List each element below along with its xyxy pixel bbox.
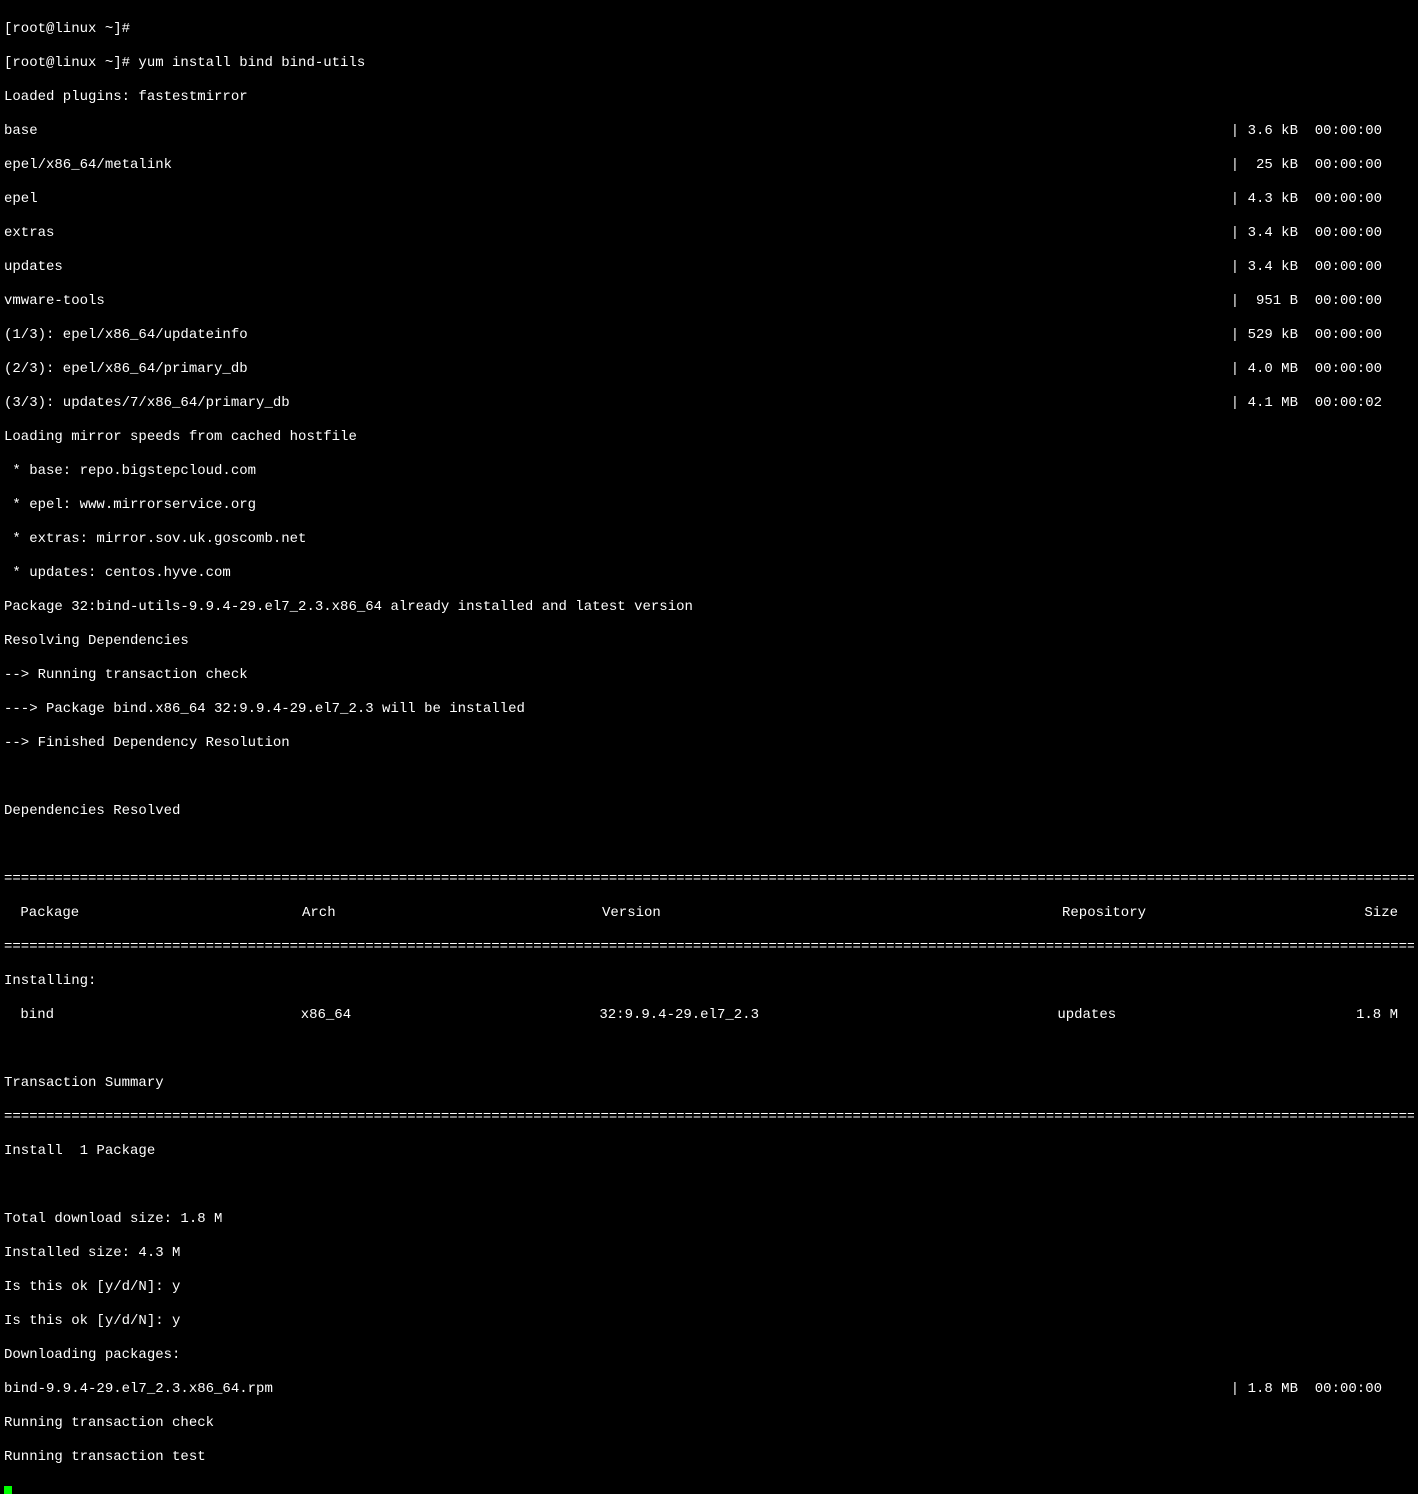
run-test-line: Running transaction test xyxy=(4,1449,1414,1466)
installed-size-line: Installed size: 4.3 M xyxy=(4,1245,1414,1262)
col-version: Version xyxy=(602,905,1062,922)
already-installed-line: Package 32:bind-utils-9.9.4-29.el7_2.3.x… xyxy=(4,599,1414,616)
repo-size: | 3.6 kB 00:00:00 xyxy=(1231,123,1414,140)
blank-line xyxy=(4,1177,1414,1194)
cell-version: 32:9.9.4-29.el7_2.3 xyxy=(599,1007,1057,1024)
repo-row: epel/x86_64/metalink | 25 kB 00:00:00 xyxy=(4,157,1414,174)
downloading-line: Downloading packages: xyxy=(4,1347,1414,1364)
col-repo: Repository xyxy=(1062,905,1362,922)
repo-row: (2/3): epel/x86_64/primary_db | 4.0 MB 00… xyxy=(4,361,1414,378)
repo-name: epel xyxy=(4,191,38,208)
dep-line: ---> Package bind.x86_64 32:9.9.4-29.el7… xyxy=(4,701,1414,718)
col-size: Size xyxy=(1362,905,1414,922)
terminal-output[interactable]: [root@linux ~]# [root@linux ~]# yum inst… xyxy=(0,0,1418,1494)
cell-size: 1.8 M xyxy=(1356,1007,1414,1024)
plugins-line: Loaded plugins: fastestmirror xyxy=(4,89,1414,106)
command-line: [root@linux ~]# yum install bind bind-ut… xyxy=(4,55,1414,72)
blank-line xyxy=(4,837,1414,854)
install-count-line: Install 1 Package xyxy=(4,1143,1414,1160)
deps-resolved-line: Dependencies Resolved xyxy=(4,803,1414,820)
cursor xyxy=(4,1486,12,1494)
repo-size: | 3.4 kB 00:00:00 xyxy=(1231,225,1414,242)
mirror-line: * epel: www.mirrorservice.org xyxy=(4,497,1414,514)
cell-arch: x86_64 xyxy=(301,1007,600,1024)
rpm-size: | 1.8 MB 00:00:00 xyxy=(1231,1381,1414,1398)
repo-name: updates xyxy=(4,259,63,276)
table-row: bind x86_64 32:9.9.4-29.el7_2.3 updates … xyxy=(4,1007,1414,1024)
repo-name: base xyxy=(4,123,38,140)
repo-size: | 25 kB 00:00:00 xyxy=(1231,157,1414,174)
col-package: Package xyxy=(4,905,302,922)
repo-name: (1/3): epel/x86_64/updateinfo xyxy=(4,327,248,344)
repo-row: epel | 4.3 kB 00:00:00 xyxy=(4,191,1414,208)
repo-size: | 529 kB 00:00:00 xyxy=(1231,327,1414,344)
installing-header: Installing: xyxy=(4,973,1414,990)
cell-repo: updates xyxy=(1057,1007,1356,1024)
confirm-prompt: Is this ok [y/d/N]: y xyxy=(4,1279,1414,1296)
col-arch: Arch xyxy=(302,905,602,922)
mirror-line: * extras: mirror.sov.uk.goscomb.net xyxy=(4,531,1414,548)
repo-row: updates | 3.4 kB 00:00:00 xyxy=(4,259,1414,276)
run-check-line: Running transaction check xyxy=(4,1415,1414,1432)
mirror-line: * base: repo.bigstepcloud.com xyxy=(4,463,1414,480)
repo-size: | 4.1 MB 00:00:02 xyxy=(1231,395,1414,412)
rpm-name: bind-9.9.4-29.el7_2.3.x86_64.rpm xyxy=(4,1381,273,1398)
repo-size: | 3.4 kB 00:00:00 xyxy=(1231,259,1414,276)
download-row: bind-9.9.4-29.el7_2.3.x86_64.rpm | 1.8 MB… xyxy=(4,1381,1414,1398)
repo-name: (3/3): updates/7/x86_64/primary_db xyxy=(4,395,290,412)
divider: ========================================… xyxy=(4,1109,1414,1126)
table-header: Package Arch Version Repository Size xyxy=(4,905,1414,922)
divider: ========================================… xyxy=(4,939,1414,956)
repo-row: base | 3.6 kB 00:00:00 xyxy=(4,123,1414,140)
dep-line: --> Finished Dependency Resolution xyxy=(4,735,1414,752)
repo-row: extras | 3.4 kB 00:00:00 xyxy=(4,225,1414,242)
repo-size: | 4.3 kB 00:00:00 xyxy=(1231,191,1414,208)
repo-size: | 4.0 MB 00:00:00 xyxy=(1231,361,1414,378)
txn-summary-line: Transaction Summary xyxy=(4,1075,1414,1092)
divider: ========================================… xyxy=(4,871,1414,888)
repo-name: epel/x86_64/metalink xyxy=(4,157,172,174)
mirror-line: * updates: centos.hyve.com xyxy=(4,565,1414,582)
resolving-line: Resolving Dependencies xyxy=(4,633,1414,650)
repo-row: (1/3): epel/x86_64/updateinfo | 529 kB 00… xyxy=(4,327,1414,344)
repo-size: | 951 B 00:00:00 xyxy=(1231,293,1414,310)
total-download-line: Total download size: 1.8 M xyxy=(4,1211,1414,1228)
blank-line xyxy=(4,769,1414,786)
loading-mirror-line: Loading mirror speeds from cached hostfi… xyxy=(4,429,1414,446)
repo-row: (3/3): updates/7/x86_64/primary_db | 4.1 … xyxy=(4,395,1414,412)
repo-row: vmware-tools | 951 B 00:00:00 xyxy=(4,293,1414,310)
cell-package: bind xyxy=(4,1007,301,1024)
repo-name: vmware-tools xyxy=(4,293,105,310)
blank-line xyxy=(4,1041,1414,1058)
dep-line: --> Running transaction check xyxy=(4,667,1414,684)
repo-name: (2/3): epel/x86_64/primary_db xyxy=(4,361,248,378)
confirm-prompt: Is this ok [y/d/N]: y xyxy=(4,1313,1414,1330)
prompt-line: [root@linux ~]# xyxy=(4,21,1414,38)
repo-name: extras xyxy=(4,225,54,242)
